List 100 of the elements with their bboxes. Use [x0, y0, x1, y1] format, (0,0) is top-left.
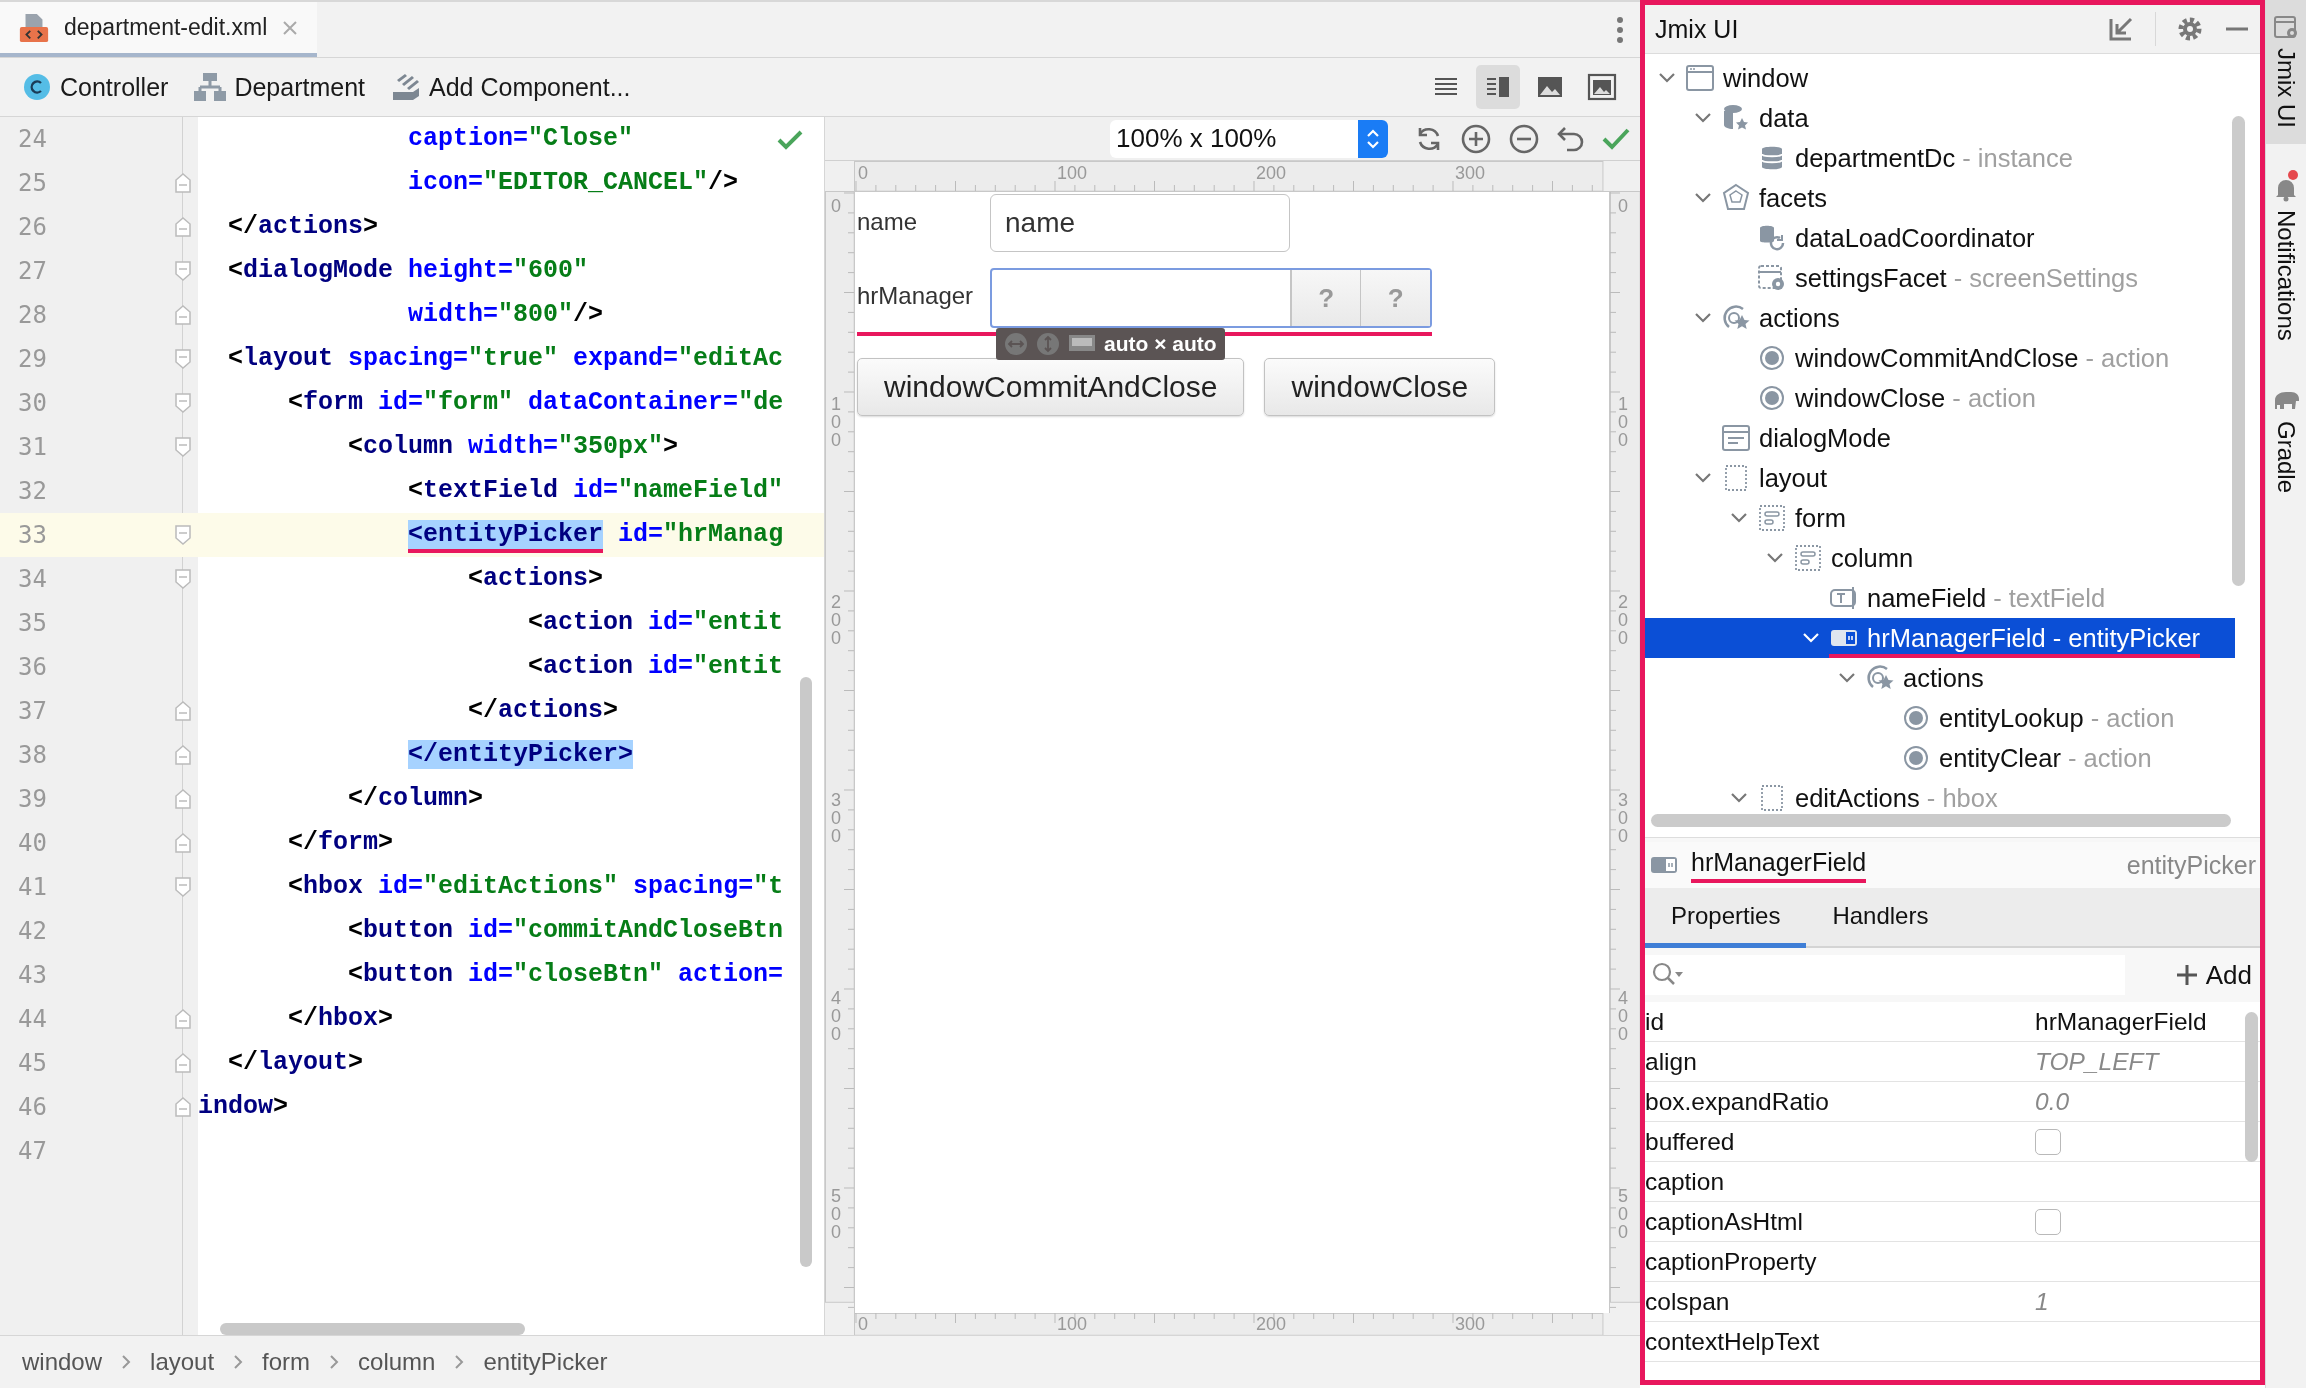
property-name: colspan — [1645, 1287, 1731, 1316]
zoom-out-icon[interactable] — [1508, 122, 1540, 155]
code-line: </form> — [287, 827, 394, 859]
field-label: hrManager — [857, 281, 975, 310]
zoom-in-icon[interactable] — [1460, 122, 1492, 155]
ruler-label: 200 — [1256, 1315, 1287, 1333]
code-line: <column width="350px"> — [347, 431, 679, 463]
tree-item[interactable]: windowClose - action — [1645, 378, 2235, 418]
line-number: 41 — [18, 873, 47, 901]
view-mode-button[interactable] — [1476, 65, 1520, 109]
tree-item[interactable]: hrManagerField - entityPicker — [1645, 618, 2235, 658]
property-value[interactable]: hrManagerField — [2035, 1007, 2240, 1036]
tree-item[interactable]: dialogMode — [1645, 418, 2235, 458]
scrollbar[interactable] — [800, 677, 812, 1267]
breadcrumb-item[interactable]: column — [358, 1348, 436, 1376]
ruler-label: 100 — [1618, 395, 1628, 449]
checkbox[interactable] — [2035, 1128, 2061, 1155]
zoom-dropdown[interactable]: 100% x 100% — [1110, 119, 1388, 158]
code-line: </layout> — [227, 1047, 364, 1079]
breadcrumb-item[interactable]: window — [22, 1348, 103, 1376]
tree-item[interactable]: facets — [1645, 178, 2235, 218]
tool-window-button[interactable]: Jmix UI — [2266, 0, 2306, 144]
ruler-label: 0 — [1618, 197, 1628, 215]
tree-item[interactable]: departmentDc - instance — [1645, 138, 2235, 178]
tree-item[interactable]: layout — [1645, 458, 2235, 498]
preview-button[interactable]: windowCommitAndClose — [857, 358, 1245, 416]
line-number: 34 — [18, 565, 47, 593]
line-number: 43 — [18, 961, 47, 989]
scrollbar[interactable] — [2232, 116, 2245, 586]
tree-item[interactable]: window — [1645, 58, 2235, 98]
more-icon[interactable] — [1616, 15, 1624, 44]
property-name: id — [1645, 1007, 1666, 1036]
tree-item[interactable]: settingsFacet - screenSettings — [1645, 258, 2235, 298]
database-refresh-icon — [1757, 223, 1787, 253]
checkbox[interactable] — [2035, 1208, 2061, 1235]
add-button[interactable]: Add — [2169, 958, 2260, 992]
breadcrumb-item[interactable]: form — [262, 1348, 311, 1376]
scrollbar[interactable] — [1651, 814, 2231, 827]
line-number: 24 — [18, 125, 47, 153]
tree-item[interactable]: column — [1645, 538, 2235, 578]
line-number: 27 — [18, 257, 47, 285]
breadcrumb-item[interactable]: layout — [150, 1348, 215, 1376]
tab[interactable]: Handlers — [1806, 888, 1955, 948]
line-number: 42 — [18, 917, 47, 945]
fold-icon[interactable] — [174, 392, 192, 414]
code-line: <textField id="nameField" — [407, 475, 784, 507]
chevron-right-icon — [453, 1354, 466, 1370]
line-number: 29 — [18, 345, 47, 373]
tab[interactable]: Properties — [1645, 888, 1807, 948]
fold-icon[interactable] — [174, 524, 192, 546]
tree-item[interactable]: nameField - textField — [1645, 578, 2235, 618]
code-line: <layout spacing="true" expand="editAc — [227, 343, 784, 375]
property-value[interactable]: 0.0 — [2035, 1087, 2240, 1116]
ruler-label: 400 — [831, 989, 841, 1043]
tool-window-button[interactable]: Gradle — [2266, 374, 2306, 509]
settings-icon[interactable] — [2176, 15, 2204, 43]
scrollbar[interactable] — [220, 1323, 525, 1335]
tree-item[interactable]: actions — [1645, 298, 2235, 338]
tree-item[interactable]: actions — [1645, 658, 2235, 698]
tree-item[interactable]: entityLookup - action — [1645, 698, 2235, 738]
fold-icon[interactable] — [174, 436, 192, 458]
preview-button[interactable]: windowClose — [1264, 358, 1496, 416]
toolbar-button[interactable]: Add Component... — [389, 68, 633, 106]
close-icon[interactable] — [281, 18, 300, 37]
property-value[interactable]: 1 — [2035, 1287, 2240, 1316]
field-label: name — [857, 207, 919, 236]
ruler-label: 200 — [831, 593, 841, 647]
window-icon — [1685, 63, 1715, 93]
check-icon[interactable] — [1602, 126, 1630, 151]
fold-icon[interactable] — [174, 348, 192, 370]
breadcrumb-item[interactable]: entityPicker — [483, 1348, 608, 1376]
tree-item[interactable]: editActions - hbox — [1645, 778, 2235, 818]
fold-icon[interactable] — [174, 568, 192, 590]
input-field[interactable]: name — [990, 194, 1290, 252]
scrollbar[interactable] — [2245, 1012, 2258, 1162]
tree-item[interactable]: dataLoadCoordinator — [1645, 218, 2235, 258]
tree-item[interactable]: form — [1645, 498, 2235, 538]
collapse-arrow-icon[interactable] — [2107, 15, 2135, 43]
tree-item[interactable]: data — [1645, 98, 2235, 138]
search-field[interactable] — [1645, 955, 2125, 995]
fold-icon[interactable] — [174, 876, 192, 898]
toolbar-button[interactable]: Department — [192, 68, 367, 106]
tree-item[interactable]: windowCommitAndClose - action — [1645, 338, 2235, 378]
code-line: caption="Close" — [407, 123, 634, 155]
framed-image-icon[interactable] — [1587, 72, 1617, 102]
line-number: 31 — [18, 433, 47, 461]
horizontal-resize-icon — [1004, 332, 1028, 356]
code-file-icon — [18, 11, 50, 44]
toolbar-button[interactable]: Controller — [20, 68, 171, 106]
property-value[interactable]: TOP_LEFT — [2035, 1047, 2240, 1076]
code-line: </column> — [347, 783, 484, 815]
radio-icon — [1901, 703, 1931, 733]
editor-tab[interactable]: department-edit.xml — [0, 2, 318, 57]
tree-item[interactable]: entityClear - action — [1645, 738, 2235, 778]
line-number: 33 — [18, 521, 47, 549]
fold-icon[interactable] — [174, 260, 192, 282]
class-icon — [22, 72, 52, 102]
tool-window-button[interactable]: Notifications — [2266, 162, 2306, 357]
code-line: <action id="entit — [527, 607, 784, 639]
size-tooltip: auto × auto — [996, 328, 1225, 360]
